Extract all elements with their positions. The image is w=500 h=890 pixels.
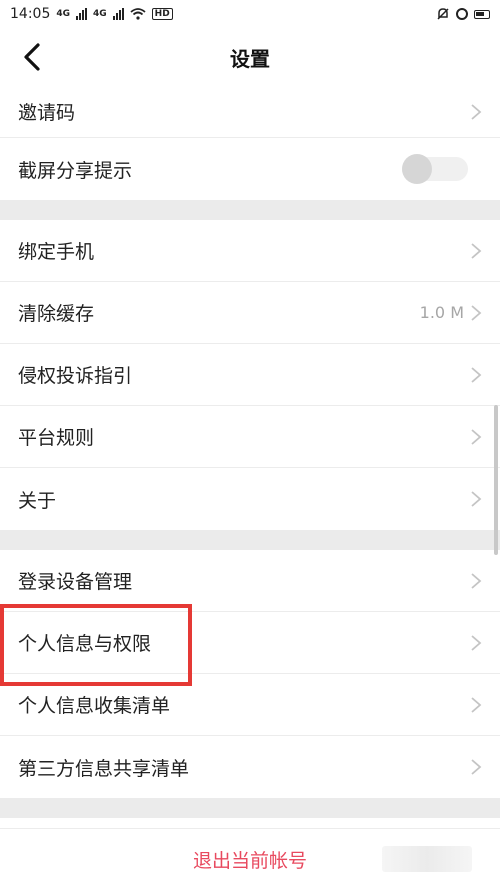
chevron-right-icon bbox=[471, 759, 482, 775]
chevron-right-icon bbox=[471, 304, 482, 321]
section-divider bbox=[0, 530, 500, 550]
battery-icon bbox=[474, 9, 490, 19]
status-time: 14:05 bbox=[10, 6, 51, 22]
row-platform-rules[interactable]: 平台规则 bbox=[0, 406, 500, 468]
row-label: 关于 bbox=[18, 489, 57, 512]
row-third-party-sharing-list[interactable]: 第三方信息共享清单 bbox=[0, 736, 500, 798]
alarm-icon bbox=[437, 8, 449, 20]
row-right: 1.0 M bbox=[420, 303, 482, 322]
scrollbar[interactable] bbox=[494, 405, 498, 555]
signal-icon-2 bbox=[112, 8, 124, 20]
cache-size-value: 1.0 M bbox=[419, 303, 464, 322]
row-about[interactable]: 关于 bbox=[0, 468, 500, 530]
chevron-right-icon bbox=[471, 366, 482, 383]
section-divider bbox=[0, 200, 500, 220]
row-label: 截屏分享提示 bbox=[18, 159, 133, 182]
row-personal-info-collection-list[interactable]: 个人信息收集清单 bbox=[0, 674, 500, 736]
hd-indicator: HD bbox=[151, 8, 173, 20]
page-title: 设置 bbox=[230, 46, 270, 71]
status-bar-left: 14:05 4G 4G HD bbox=[10, 6, 173, 22]
row-label: 个人信息收集清单 bbox=[18, 695, 171, 717]
row-personal-info-permissions[interactable]: 个人信息与权限 bbox=[0, 612, 500, 674]
row-invite-code[interactable]: 邀请码 bbox=[0, 86, 500, 138]
row-label: 登录设备管理 bbox=[18, 571, 133, 593]
row-label: 平台规则 bbox=[18, 427, 95, 449]
signal-icon bbox=[76, 8, 88, 20]
sync-icon bbox=[456, 8, 468, 20]
chevron-right-icon bbox=[471, 696, 482, 713]
row-clear-cache[interactable]: 清除缓存 1.0 M bbox=[0, 282, 500, 344]
section-divider bbox=[0, 798, 500, 818]
row-label: 侵权投诉指引 bbox=[18, 365, 133, 387]
chevron-right-icon bbox=[471, 103, 482, 120]
watermark bbox=[382, 846, 472, 872]
wifi-icon bbox=[130, 8, 146, 20]
row-label: 绑定手机 bbox=[18, 241, 95, 263]
status-bar: 14:05 4G 4G HD bbox=[0, 0, 500, 28]
chevron-right-icon bbox=[471, 572, 482, 589]
chevron-right-icon bbox=[471, 428, 482, 445]
row-label: 邀请码 bbox=[18, 102, 76, 124]
chevron-right-icon bbox=[471, 491, 482, 507]
header-bar: 设置 bbox=[0, 28, 500, 87]
status-bar-right bbox=[436, 7, 490, 21]
screenshot-share-toggle[interactable] bbox=[402, 154, 468, 184]
row-login-device-management[interactable]: 登录设备管理 bbox=[0, 550, 500, 612]
row-screenshot-share-tip: 截屏分享提示 bbox=[0, 138, 500, 200]
row-infringement-guide[interactable]: 侵权投诉指引 bbox=[0, 344, 500, 406]
logout-button[interactable]: 退出当前帐号 bbox=[193, 846, 307, 873]
network-type-1: 4G bbox=[56, 9, 71, 19]
row-label: 清除缓存 bbox=[18, 303, 95, 325]
chevron-right-icon bbox=[471, 634, 482, 651]
row-label: 个人信息与权限 bbox=[18, 633, 152, 655]
network-type-2: 4G bbox=[93, 9, 107, 19]
back-arrow-icon[interactable] bbox=[18, 42, 48, 72]
row-bind-phone[interactable]: 绑定手机 bbox=[0, 220, 500, 282]
toggle-knob bbox=[402, 154, 432, 184]
row-label: 第三方信息共享清单 bbox=[18, 757, 190, 780]
chevron-right-icon bbox=[471, 242, 482, 259]
settings-list: 邀请码 截屏分享提示 绑定手机 清除缓存 1.0 M 侵权投诉指引 平台规则 关… bbox=[0, 86, 500, 818]
